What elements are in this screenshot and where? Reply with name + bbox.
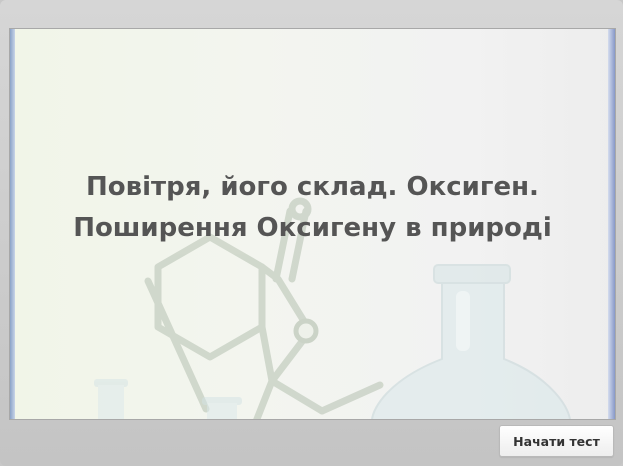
slide-right-edge — [608, 29, 615, 419]
slide-title: Повітря, його склад. Оксиген. Поширення … — [30, 167, 595, 249]
slide-title-line-1: Повітря, його склад. Оксиген. — [86, 172, 539, 202]
player-frame: Повітря, його склад. Оксиген. Поширення … — [0, 0, 623, 466]
title-slide: Повітря, його склад. Оксиген. Поширення … — [9, 28, 616, 420]
slide-title-line-2: Поширення Оксигену в природі — [73, 213, 552, 243]
start-test-button[interactable]: Начати тест — [499, 425, 614, 457]
